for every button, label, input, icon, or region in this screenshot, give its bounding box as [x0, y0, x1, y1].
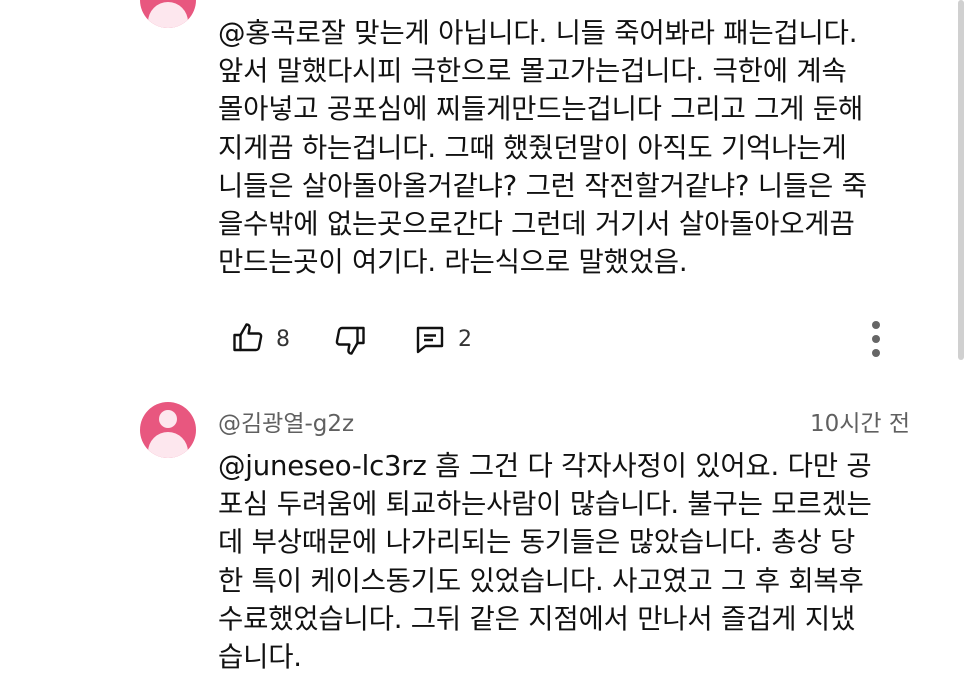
avatar[interactable] — [140, 0, 196, 28]
avatar[interactable] — [140, 402, 196, 458]
reply-count: 2 — [458, 327, 472, 352]
thumbs-up-icon[interactable] — [230, 320, 266, 360]
like-count: 8 — [276, 327, 290, 352]
comment-author[interactable]: @김광열-g2z — [218, 404, 354, 438]
more-vert-icon[interactable] — [864, 318, 888, 360]
reply-icon[interactable] — [412, 322, 448, 362]
comment-actions: 8 2 — [230, 318, 930, 362]
thumbs-down-icon[interactable] — [332, 322, 368, 362]
comment-timestamp: 10시간 전 — [809, 411, 910, 437]
comment-text: @홍곡로잘 맞는게 아닙니다. 니들 죽어봐라 패는겁니다. 앞서 말했다시피 … — [218, 17, 867, 279]
comment-text: @juneseo-lc3rz 흠 그건 다 각자사정이 있어요. 다만 공 포심… — [218, 450, 872, 674]
scrollbar[interactable] — [958, 0, 964, 360]
